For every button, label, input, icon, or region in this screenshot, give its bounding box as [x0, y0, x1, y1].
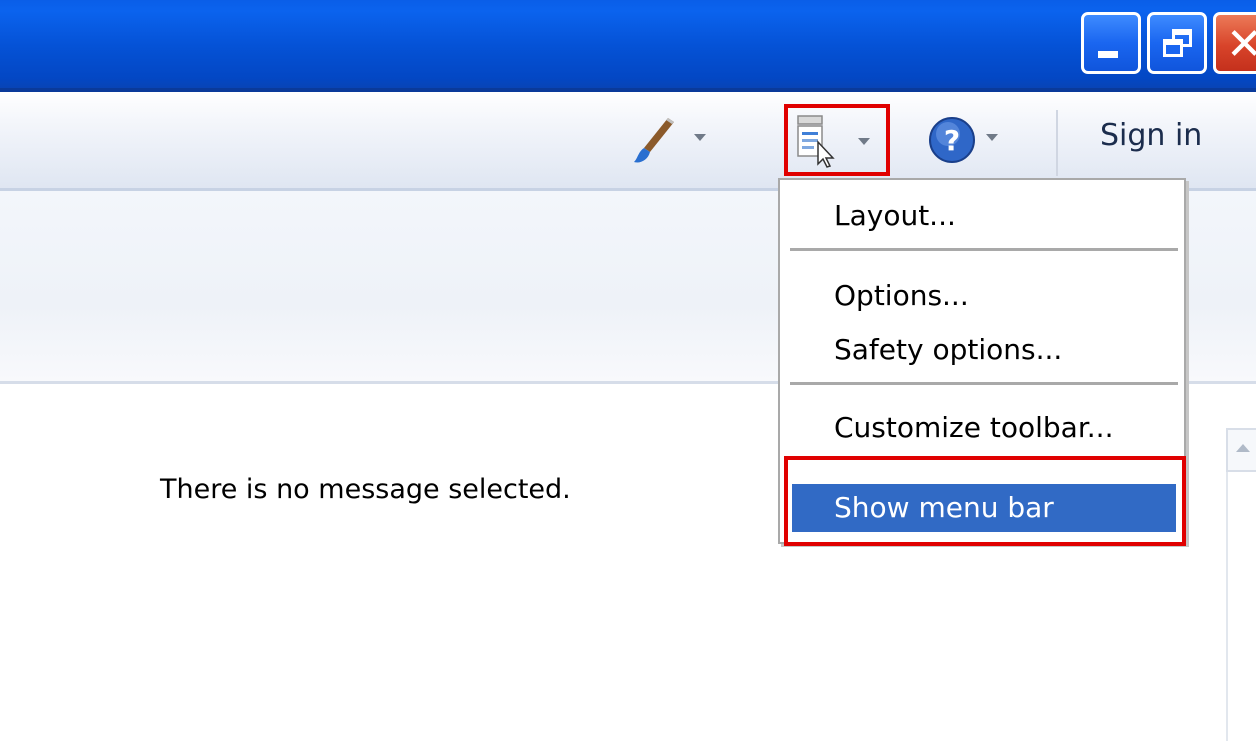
menu-item-options[interactable]: Options...: [792, 272, 1176, 320]
menu-item-safety-options[interactable]: Safety options...: [792, 326, 1176, 374]
menu-item-show-menu-bar[interactable]: Show menu bar: [792, 484, 1176, 532]
close-icon: ✕: [1226, 19, 1256, 70]
chevron-down-icon: [694, 134, 706, 141]
minimize-icon: [1098, 51, 1118, 58]
view-menu-button[interactable]: [784, 104, 890, 176]
empty-message: There is no message selected.: [160, 474, 571, 505]
help-icon: ?: [929, 117, 975, 163]
restore-icon: [1163, 39, 1183, 57]
chevron-down-icon: [986, 134, 998, 141]
scroll-up-button[interactable]: [1226, 428, 1256, 472]
menu-separator: [790, 248, 1178, 251]
title-bar: ✕: [0, 0, 1256, 92]
toolbar-separator: [1056, 110, 1058, 176]
svg-text:?: ?: [944, 124, 960, 157]
view-menu-icon: [797, 115, 835, 168]
sign-in-link[interactable]: Sign in: [1100, 118, 1202, 153]
menu-item-customize-toolbar[interactable]: Customize toolbar...: [792, 404, 1176, 452]
chevron-down-icon: [858, 138, 870, 145]
help-button[interactable]: ?: [924, 112, 1004, 168]
close-button[interactable]: ✕: [1213, 12, 1256, 74]
menu-item-layout[interactable]: Layout...: [792, 192, 1176, 240]
toolbar: [0, 92, 1256, 191]
paintbrush-button[interactable]: [632, 112, 712, 168]
chevron-up-icon: [1236, 444, 1250, 452]
menu-separator: [790, 382, 1178, 385]
view-dropdown-menu: Layout... Options... Safety options... C…: [778, 178, 1186, 544]
scrollbar-track[interactable]: [1226, 472, 1256, 741]
minimize-button[interactable]: [1081, 12, 1141, 74]
restore-button[interactable]: [1147, 12, 1207, 74]
